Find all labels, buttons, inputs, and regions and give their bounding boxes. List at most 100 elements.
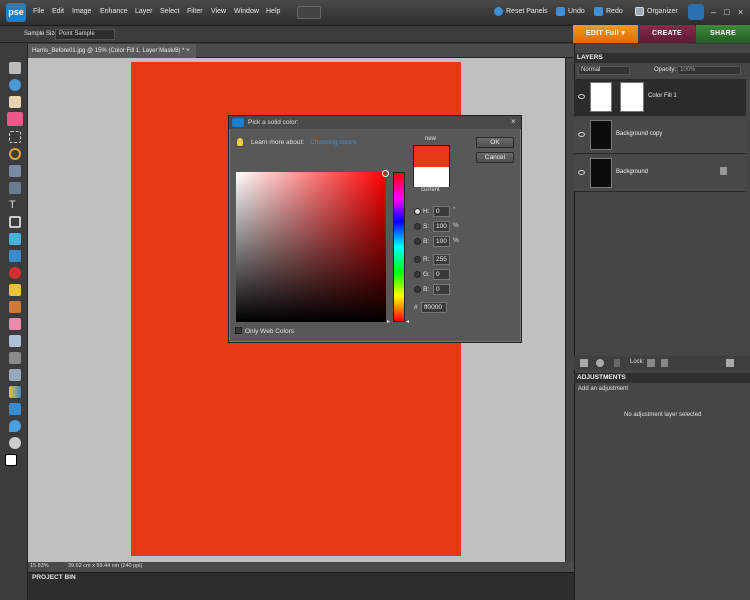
menu-help[interactable]: Help (266, 8, 280, 15)
cookie-cutter-tool-icon[interactable] (9, 233, 21, 245)
hue-field[interactable]: 0 (433, 206, 450, 217)
hue-slider-left-arrow[interactable]: ▸ (387, 318, 390, 325)
layers-header[interactable]: LAYERS (574, 53, 750, 63)
trash-icon[interactable] (726, 359, 734, 367)
menu-file[interactable]: File (33, 8, 44, 15)
cancel-button[interactable]: Cancel (476, 152, 514, 163)
crop-tool-icon[interactable] (9, 216, 21, 228)
menu-image[interactable]: Image (72, 8, 91, 15)
layer-mask-thumbnail[interactable] (620, 82, 644, 112)
hue-radio[interactable] (414, 208, 421, 215)
brightness-label: B: (423, 238, 430, 245)
tab-edit[interactable]: EDIT Full ▾ (573, 25, 638, 43)
hue-slider[interactable] (393, 172, 405, 322)
sample-size-select[interactable]: Point Sample (55, 29, 115, 40)
eyedropper-tool-icon[interactable] (7, 112, 23, 126)
layer-row[interactable]: Background (574, 155, 746, 192)
workspace-layout-button[interactable] (297, 6, 321, 19)
status-bar: 15.83% 39.62 cm x 59.44 cm (240 ppi) (28, 562, 574, 572)
percent-unit: % (453, 237, 459, 244)
lock-all-icon[interactable] (661, 359, 668, 367)
sponge-tool-icon[interactable] (9, 437, 21, 449)
new-layer-icon[interactable] (580, 359, 588, 367)
ok-button[interactable]: OK (476, 137, 514, 148)
smart-brush-tool-icon[interactable] (9, 352, 21, 364)
magic-wand-tool-icon[interactable] (9, 165, 21, 177)
close-icon[interactable]: × (738, 8, 747, 17)
undo-button[interactable]: Undo (556, 7, 585, 16)
clone-stamp-tool-icon[interactable] (9, 301, 21, 313)
healing-brush-tool-icon[interactable] (9, 284, 21, 296)
menu-filter[interactable]: Filter (187, 8, 203, 15)
layer-row[interactable]: Color Fill 1 (574, 79, 746, 116)
adjustments-header[interactable]: ADJUSTMENTS (574, 373, 750, 383)
hex-field[interactable]: ff0000 (421, 302, 447, 313)
green-field[interactable]: 0 (433, 269, 450, 280)
blue-radio[interactable] (414, 286, 421, 293)
dialog-close-icon[interactable]: × (511, 117, 516, 126)
brush-tool-icon[interactable] (9, 335, 21, 347)
close-tab-icon[interactable]: × (186, 48, 190, 54)
lock-transparency-icon[interactable] (647, 359, 655, 367)
saturation-radio[interactable] (414, 223, 421, 230)
quick-selection-tool-icon[interactable] (9, 182, 21, 194)
redo-button[interactable]: Redo (594, 7, 623, 16)
organizer-button[interactable]: Organizer (635, 7, 678, 16)
tab-create[interactable]: CREATE (639, 25, 695, 43)
marquee-tool-icon[interactable] (9, 131, 21, 143)
project-bin-title[interactable]: PROJECT BIN (32, 574, 76, 581)
straighten-tool-icon[interactable] (9, 250, 21, 262)
choosing-colors-link[interactable]: Choosing colors (310, 139, 357, 146)
tab-share[interactable]: SHARE (696, 25, 750, 43)
redo-icon (594, 7, 603, 16)
eraser-tool-icon[interactable] (9, 318, 21, 330)
adjustment-layer-icon[interactable] (596, 359, 604, 367)
minimize-icon[interactable]: – (711, 8, 720, 17)
eye-icon[interactable] (578, 94, 585, 99)
vertical-scrollbar[interactable] (565, 58, 574, 562)
layer-row[interactable]: Background copy (574, 117, 746, 154)
reset-panels-button[interactable]: Reset Panels (494, 7, 548, 16)
menu-window[interactable]: Window (234, 8, 259, 15)
red-eye-tool-icon[interactable] (9, 267, 21, 279)
layer-name: Background (616, 169, 649, 175)
green-radio[interactable] (414, 271, 421, 278)
saturation-brightness-field[interactable] (236, 172, 386, 322)
eye-icon[interactable] (578, 132, 585, 137)
menu-select[interactable]: Select (160, 8, 179, 15)
type-tool-icon[interactable]: T (9, 199, 21, 211)
app-logo: pse (6, 3, 26, 22)
menu-edit[interactable]: Edit (52, 8, 64, 15)
maximize-icon[interactable]: □ (724, 8, 733, 17)
opacity-field[interactable]: 100% (677, 66, 741, 75)
zoom-level[interactable]: 15.83% (30, 563, 49, 569)
document-tab[interactable]: Harris_Before01.jpg @ 15% (Color Fill 1,… (28, 44, 196, 58)
move-tool-icon[interactable] (9, 62, 21, 74)
menu-layer[interactable]: Layer (135, 8, 153, 15)
gradient-tool-icon[interactable] (9, 386, 21, 398)
blur-tool-icon[interactable] (9, 420, 21, 432)
brightness-field[interactable]: 100 (433, 236, 450, 247)
menu-view[interactable]: View (211, 8, 226, 15)
paint-bucket-tool-icon[interactable] (9, 369, 21, 381)
hand-tool-icon[interactable] (9, 96, 21, 108)
shape-tool-icon[interactable] (9, 403, 21, 415)
web-colors-checkbox[interactable] (235, 327, 242, 334)
color-picker-cursor[interactable] (382, 170, 389, 177)
toolbar: T (0, 44, 28, 600)
foreground-color-swatch[interactable] (5, 454, 17, 466)
red-radio[interactable] (414, 256, 421, 263)
blend-mode-select[interactable]: Normal (578, 66, 630, 75)
link-icon[interactable] (614, 359, 620, 367)
current-color-swatch[interactable] (414, 167, 449, 187)
eye-icon[interactable] (578, 170, 585, 175)
menu-enhance[interactable]: Enhance (100, 8, 128, 15)
blue-field[interactable]: 0 (433, 284, 450, 295)
red-field[interactable]: 255 (433, 254, 450, 265)
zoom-tool-icon[interactable] (9, 79, 21, 91)
saturation-field[interactable]: 100 (433, 221, 450, 232)
brightness-radio[interactable] (414, 238, 421, 245)
home-icon[interactable] (688, 4, 704, 20)
lasso-tool-icon[interactable] (9, 148, 21, 160)
hue-slider-right-arrow[interactable]: ◂ (406, 318, 409, 325)
